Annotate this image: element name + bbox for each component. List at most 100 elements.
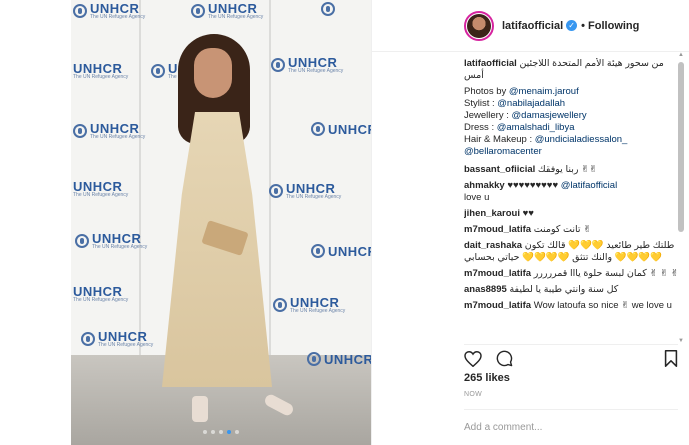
follow-status[interactable]: • Following (581, 20, 639, 32)
heart-icon[interactable] (464, 350, 482, 367)
carousel-dot[interactable] (211, 430, 215, 434)
woman-figure (148, 34, 296, 424)
unhcr-emblem-icon (311, 122, 325, 136)
comment-text: تانت كومنت ✌ (533, 224, 592, 235)
caption-line: Photos by @menaim.jarouf (464, 86, 682, 98)
comment-text: ♥♥ (522, 208, 534, 219)
carousel-dot[interactable] (235, 430, 239, 434)
comment-username[interactable]: dait_rashaka (464, 240, 522, 251)
comment-username[interactable]: anas8895 (464, 284, 507, 295)
bookmark-icon[interactable] (664, 350, 678, 367)
face (194, 48, 232, 98)
post-timestamp: NOW (464, 391, 483, 398)
comment-username[interactable]: ahmakky (464, 180, 505, 191)
unhcr-logo: UNHCRThe UN Refugee Agency (73, 180, 128, 198)
caption-mention[interactable]: @nabilajadallah (497, 98, 565, 109)
comments-list[interactable]: latifaofficial من سحور هيئة الأمم المتحد… (464, 58, 682, 340)
logo-subtext: The UN Refugee Agency (73, 74, 129, 80)
comment-icon[interactable] (496, 350, 513, 367)
caption-mention[interactable]: @bellaromacenter (464, 146, 542, 157)
scroll-up-icon[interactable]: ▲ (678, 52, 684, 58)
comments-scrollbar[interactable]: ▲ ▼ (678, 52, 684, 344)
follow-separator: • (581, 19, 585, 32)
logo-subtext: The UN Refugee Agency (90, 14, 146, 20)
logo-subtext: The UN Refugee Agency (73, 297, 129, 303)
comment-username[interactable]: m7moud_latifa (464, 268, 531, 279)
caption-mention[interactable]: @menaim.jarouf (509, 86, 579, 97)
logo-subtext: The UN Refugee Agency (92, 244, 148, 250)
comment: dait_rashaka طلتك طير طائعيد 💛💛💛 قالك تك… (464, 240, 682, 264)
scroll-down-icon[interactable]: ▼ (678, 338, 684, 344)
avatar[interactable] (464, 10, 494, 41)
comment-text: والنك تتثق 💛💛💛💛 حياتي بحسابي 💛💛💛💛 (464, 252, 663, 263)
carousel-dot[interactable] (219, 430, 223, 434)
logo-subtext: The UN Refugee Agency (73, 192, 129, 198)
caption-mention[interactable]: @amalshadi_libya (497, 122, 575, 133)
caption-prefix: Photos by (464, 86, 509, 97)
comment: m7moud_latifa كمان لبسة حلوة يااا قمرررر… (464, 268, 682, 280)
left-gutter (0, 0, 71, 445)
caption-prefix: Jewellery : (464, 110, 512, 121)
unhcr-logo: UNHCR (311, 244, 371, 258)
unhcr-emblem-icon (73, 4, 87, 18)
caption-mention[interactable]: @damasjewellery (512, 110, 587, 121)
header-username[interactable]: latifaofficial (502, 20, 563, 32)
unhcr-logo: UNHCR (307, 352, 371, 366)
add-comment-input[interactable] (464, 422, 678, 433)
carousel-dots (71, 430, 371, 434)
add-comment-bar (464, 409, 678, 445)
comment-text: ♥♥♥♥♥♥♥♥♥ (507, 180, 559, 191)
unhcr-emblem-icon (321, 2, 335, 16)
logo-text: UNHCR (328, 121, 371, 137)
logo-subtext: The UN Refugee Agency (290, 308, 346, 314)
caption-mention[interactable]: @undicialadiessalon_ (535, 134, 628, 145)
post-actions (464, 344, 678, 372)
unhcr-logo: UNHCRThe UN Refugee Agency (273, 296, 345, 314)
caption-line: @bellaromacenter (464, 146, 682, 158)
backdrop-seam (139, 0, 141, 365)
unhcr-emblem-icon (81, 332, 95, 346)
caption-line: Jewellery : @damasjewellery (464, 110, 682, 122)
comment-username[interactable]: jihen_karoui (464, 208, 520, 219)
comment-text: Wow latoufa so nice ✌ we love u (533, 300, 672, 311)
logo-text: UNHCR (324, 351, 371, 367)
carousel-dot-active[interactable] (227, 430, 231, 434)
unhcr-logo: UNHCRThe UN Refugee Agency (191, 2, 263, 20)
logo-subtext: The UN Refugee Agency (90, 134, 146, 140)
unhcr-logo: UNHCRThe UN Refugee Agency (81, 330, 153, 348)
comment-mention[interactable]: @latifaofficial (561, 180, 617, 191)
comment-text: طلتك طير طائعيد 💛💛💛 قالك تكون (524, 240, 675, 251)
following-button[interactable]: Following (588, 20, 639, 32)
comment-text: love u (464, 192, 490, 203)
comment-text: ربنا يوفقك ✌✌ (537, 164, 598, 175)
post-header: latifaofficial ✓ • Following (372, 0, 689, 52)
post-side-panel: latifaofficial ✓ • Following latifaoffic… (371, 0, 689, 445)
caption-line: Stylist : @nabilajadallah (464, 98, 682, 110)
comment-text: كل سنة وانتي طيبة يا لطيفة (509, 284, 619, 295)
caption-line: Dress : @amalshadi_libya (464, 122, 682, 134)
unhcr-logo: UNHCR (311, 122, 371, 136)
unhcr-emblem-icon (311, 244, 325, 258)
comment-username[interactable]: bassant_ofiicial (464, 164, 535, 175)
unhcr-logo: UNHCRThe UN Refugee Agency (73, 285, 128, 303)
caption-line: Hair & Makeup : @undicialadiessalon_ (464, 134, 682, 146)
likes-count[interactable]: 265 likes (464, 372, 510, 384)
logo-subtext: The UN Refugee Agency (98, 342, 154, 348)
unhcr-logo: UNHCRThe UN Refugee Agency (73, 122, 145, 140)
comment-username[interactable]: m7moud_latifa (464, 300, 531, 311)
unhcr-emblem-icon (307, 352, 321, 366)
unhcr-emblem-icon (73, 124, 87, 138)
scrollbar-thumb[interactable] (678, 62, 684, 232)
logo-subtext: The UN Refugee Agency (208, 14, 264, 20)
unhcr-logo: UNHCRThe UN Refugee Agency (271, 56, 343, 74)
logo-subtext: The UN Refugee Agency (288, 68, 344, 74)
comment-username[interactable]: m7moud_latifa (464, 224, 531, 235)
post-photo[interactable]: UNHCR The UN Refugee Agency UNHCR The UN R… (71, 0, 371, 445)
comment-text: كمان لبسة حلوة يااا قمررررر ✌ ✌ ✌ (533, 268, 679, 279)
carousel-dot[interactable] (203, 430, 207, 434)
comment: anas8895 كل سنة وانتي طيبة يا لطيفة (464, 284, 682, 296)
caption-username[interactable]: latifaofficial (464, 58, 517, 69)
unhcr-emblem-icon (75, 234, 89, 248)
comment: bassant_ofiicial ربنا يوفقك ✌✌ (464, 164, 682, 176)
unhcr-logo: UNHCRThe UN Refugee Agency (75, 232, 147, 250)
